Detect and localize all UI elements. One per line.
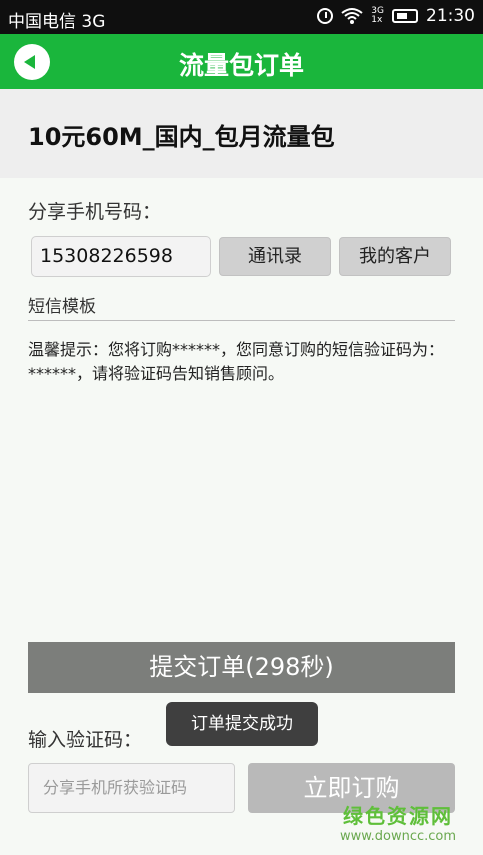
alarm-icon [317, 8, 334, 24]
submit-order-button[interactable]: 提交订单(298秒) [28, 642, 455, 693]
my-customers-button[interactable]: 我的客户 [339, 237, 451, 276]
network-type-bottom: 1x [371, 15, 383, 25]
carrier-label: 中国电信 3G [8, 12, 106, 32]
toast-message: 订单提交成功 [166, 702, 318, 746]
app-header: 流量包订单 [0, 34, 483, 89]
product-panel: 10元60M_国内_包月流量包 [0, 89, 483, 178]
watermark-url: www.downcc.com [339, 829, 457, 844]
verify-code-input[interactable]: 分享手机所获验证码 [28, 763, 235, 813]
status-bar: 中国电信 3G 3G 1x 21:30 [0, 0, 483, 34]
divider [28, 320, 455, 321]
verify-code-label: 输入验证码： [28, 729, 143, 751]
signal-icon: 3G 1x [371, 7, 384, 25]
status-icons: 3G 1x 21:30 [317, 6, 475, 26]
watermark: 绿色资源网 www.downcc.com [333, 800, 463, 844]
page-title: 流量包订单 [178, 51, 304, 80]
battery-icon [392, 9, 418, 23]
product-name: 10元60M_国内_包月流量包 [28, 123, 335, 151]
watermark-title: 绿色资源网 [343, 804, 453, 828]
wifi-icon [341, 8, 363, 24]
clock: 21:30 [426, 6, 475, 26]
contacts-button[interactable]: 通讯录 [219, 237, 331, 276]
tip-text: 温馨提示：您将订购******，您同意订购的短信验证码为：******，请将验证… [28, 340, 445, 383]
share-phone-label: 分享手机号码： [28, 201, 162, 223]
phone-number-field[interactable]: 15308226598 [31, 236, 211, 277]
sms-template-label: 短信模板 [28, 297, 96, 317]
